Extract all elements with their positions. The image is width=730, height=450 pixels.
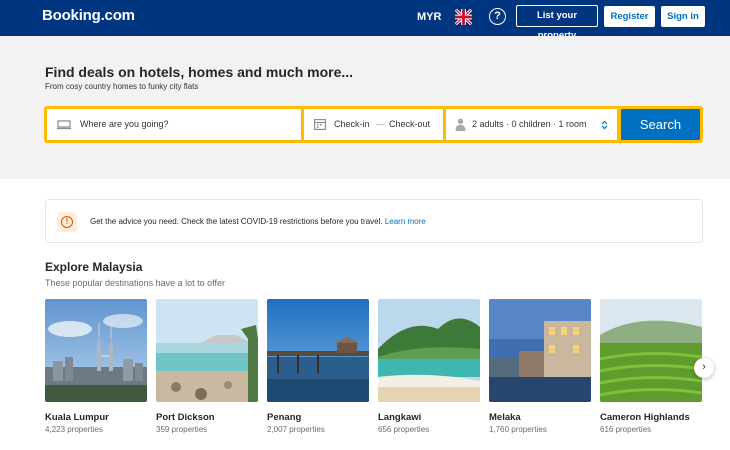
person-icon: [455, 118, 466, 133]
destination-input[interactable]: Where are you going?: [80, 119, 169, 129]
updown-chevron-icon[interactable]: [601, 120, 608, 132]
currency-selector[interactable]: MYR: [417, 11, 441, 23]
destination-image[interactable]: [267, 299, 369, 402]
destination-image[interactable]: [489, 299, 591, 402]
covid-message: Get the advice you need. Check the lates…: [90, 217, 426, 226]
hero-section: Find deals on hotels, homes and much mor…: [0, 36, 730, 179]
help-icon[interactable]: ?: [489, 8, 506, 25]
destination-field[interactable]: Where are you going?: [47, 109, 301, 140]
destination-card[interactable]: Penang 2,007 properties: [267, 299, 369, 434]
uk-flag-icon[interactable]: [455, 9, 472, 25]
property-count: 2,007 properties: [267, 425, 325, 434]
calendar-icon: [314, 118, 326, 132]
destination-name[interactable]: Port Dickson: [156, 412, 215, 423]
check-in-label[interactable]: Check-in: [334, 119, 370, 129]
bed-icon: [57, 120, 71, 132]
destination-name[interactable]: Melaka: [489, 412, 521, 423]
destination-image[interactable]: [378, 299, 480, 402]
destination-card[interactable]: Melaka 1,760 properties: [489, 299, 591, 434]
guests-summary[interactable]: 2 adults · 0 children · 1 room: [472, 119, 587, 129]
dates-field[interactable]: Check-in — Check-out: [304, 109, 443, 140]
search-bar: Where are you going? Check-in — Check-ou…: [44, 106, 703, 143]
destination-name[interactable]: Langkawi: [378, 412, 421, 423]
top-header: Booking.com MYR ? List your property Reg…: [0, 0, 730, 41]
info-icon: !: [57, 212, 77, 232]
destination-card[interactable]: Cameron Highlands 616 properties: [600, 299, 702, 434]
property-count: 4,223 properties: [45, 425, 103, 434]
check-out-label[interactable]: Check-out: [389, 119, 430, 129]
search-button[interactable]: Search: [621, 109, 700, 140]
destination-name[interactable]: Penang: [267, 412, 301, 423]
destination-name[interactable]: Cameron Highlands: [600, 412, 690, 423]
explore-subtitle: These popular destinations have a lot to…: [45, 278, 225, 288]
guests-field[interactable]: 2 adults · 0 children · 1 room: [446, 109, 617, 140]
destination-name[interactable]: Kuala Lumpur: [45, 412, 109, 423]
hero-subtitle: From cosy country homes to funky city fl…: [45, 82, 199, 91]
destination-image[interactable]: [600, 299, 702, 402]
destination-image[interactable]: [156, 299, 258, 402]
destination-card[interactable]: Langkawi 656 properties: [378, 299, 480, 434]
date-separator: —: [376, 119, 385, 129]
explore-title: Explore Malaysia: [45, 260, 143, 274]
property-count: 359 properties: [156, 425, 208, 434]
property-count: 616 properties: [600, 425, 652, 434]
covid-advisory-banner: ! Get the advice you need. Check the lat…: [45, 199, 703, 243]
booking-logo[interactable]: Booking.com: [42, 7, 135, 24]
info-icon-glyph: !: [61, 216, 73, 228]
property-count: 656 properties: [378, 425, 430, 434]
list-property-button[interactable]: List your property: [516, 5, 598, 41]
chevron-right-icon[interactable]: ›: [694, 358, 714, 378]
hero-title: Find deals on hotels, homes and much mor…: [45, 64, 354, 80]
sign-in-button[interactable]: Sign in: [661, 6, 705, 27]
destination-card[interactable]: Kuala Lumpur 4,223 properties: [45, 299, 147, 434]
destination-card[interactable]: Port Dickson 359 properties: [156, 299, 258, 434]
destination-image[interactable]: [45, 299, 147, 402]
register-button[interactable]: Register: [604, 6, 655, 27]
covid-text: Get the advice you need. Check the lates…: [90, 217, 383, 226]
learn-more-link[interactable]: Learn more: [385, 217, 426, 226]
property-count: 1,760 properties: [489, 425, 547, 434]
